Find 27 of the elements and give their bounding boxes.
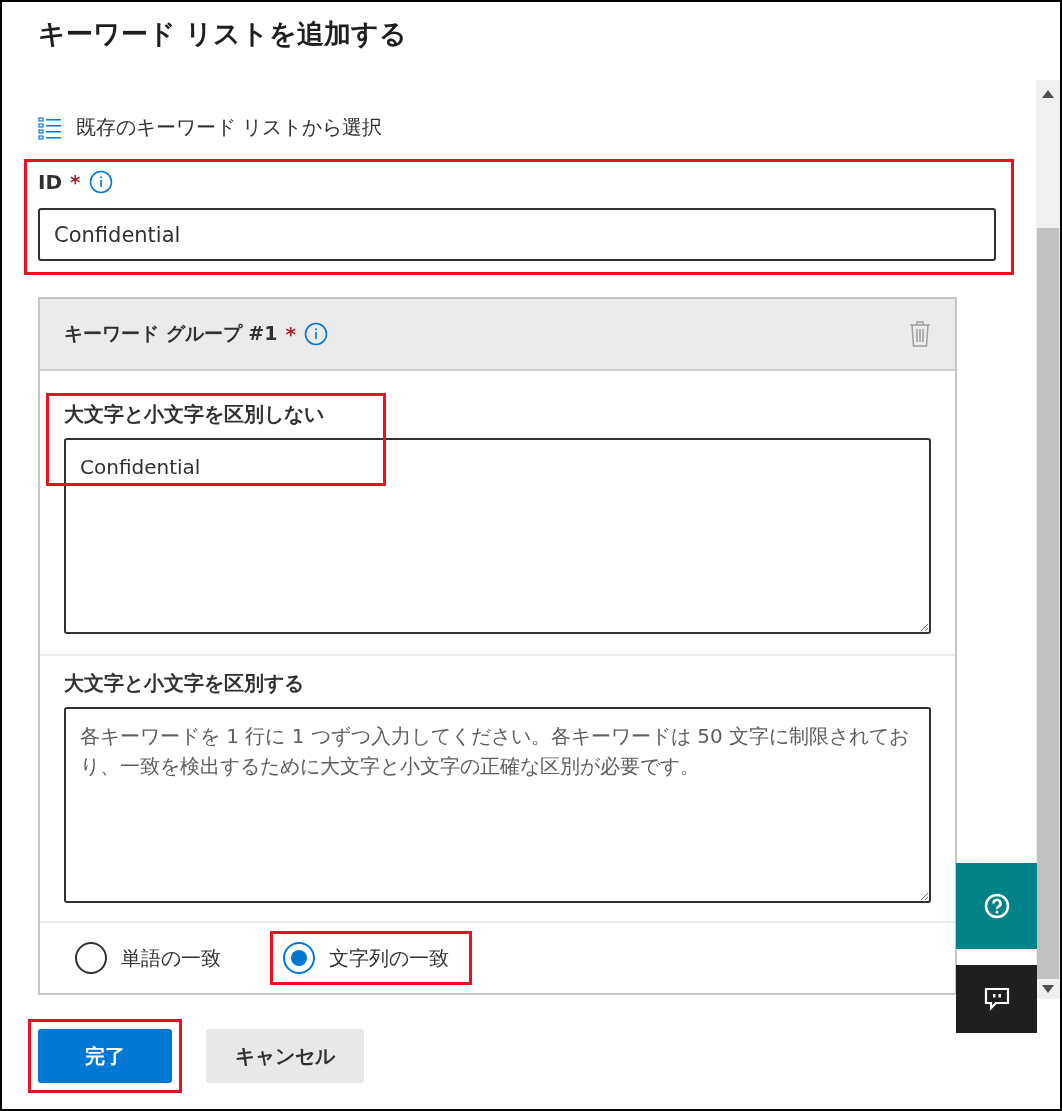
required-mark: * [70, 170, 81, 194]
panel-title: キーワード リストを追加する [38, 17, 409, 51]
scroll-up-icon [1042, 90, 1054, 98]
keyword-text-area[interactable]: Confidential [64, 438, 931, 634]
done-button[interactable]: 完了 [38, 1029, 172, 1083]
radio-button[interactable] [75, 942, 107, 974]
existing-list-link[interactable]: 既存のキーワード リストから選択 [38, 114, 383, 141]
bulleted-list-icon [38, 115, 62, 140]
radio-option[interactable]: 単語の一致 [75, 942, 221, 974]
help-icon [983, 893, 1010, 919]
radio-button[interactable] [283, 942, 315, 974]
required-mark: * [285, 322, 296, 346]
feedback-button[interactable] [956, 965, 1037, 1033]
keyword-text-area[interactable]: 各キーワードを 1 行に 1 つずつ入力してください。各キーワードは 50 文字に制限されており、一致を検出するために大文字と小文字の正確な区別が必要です。 [64, 707, 931, 903]
help-button[interactable] [956, 863, 1037, 949]
field-label: 大文字と小文字を区別する [64, 670, 305, 697]
field-label: 大文字と小文字を区別しない [64, 401, 325, 428]
scroll-down-icon [1042, 985, 1054, 993]
id-input-field[interactable]: Confidential [38, 208, 996, 261]
info-icon[interactable] [303, 322, 328, 346]
info-icon[interactable] [88, 170, 113, 194]
radio-option[interactable]: 文字列の一致 [283, 942, 449, 974]
chat-icon [983, 987, 1010, 1011]
scrollbar[interactable] [1036, 80, 1060, 999]
cancel-button[interactable]: キャンセル [206, 1029, 364, 1083]
group-title: キーワード グループ #1 [64, 321, 278, 346]
field-label: ID [38, 170, 63, 194]
